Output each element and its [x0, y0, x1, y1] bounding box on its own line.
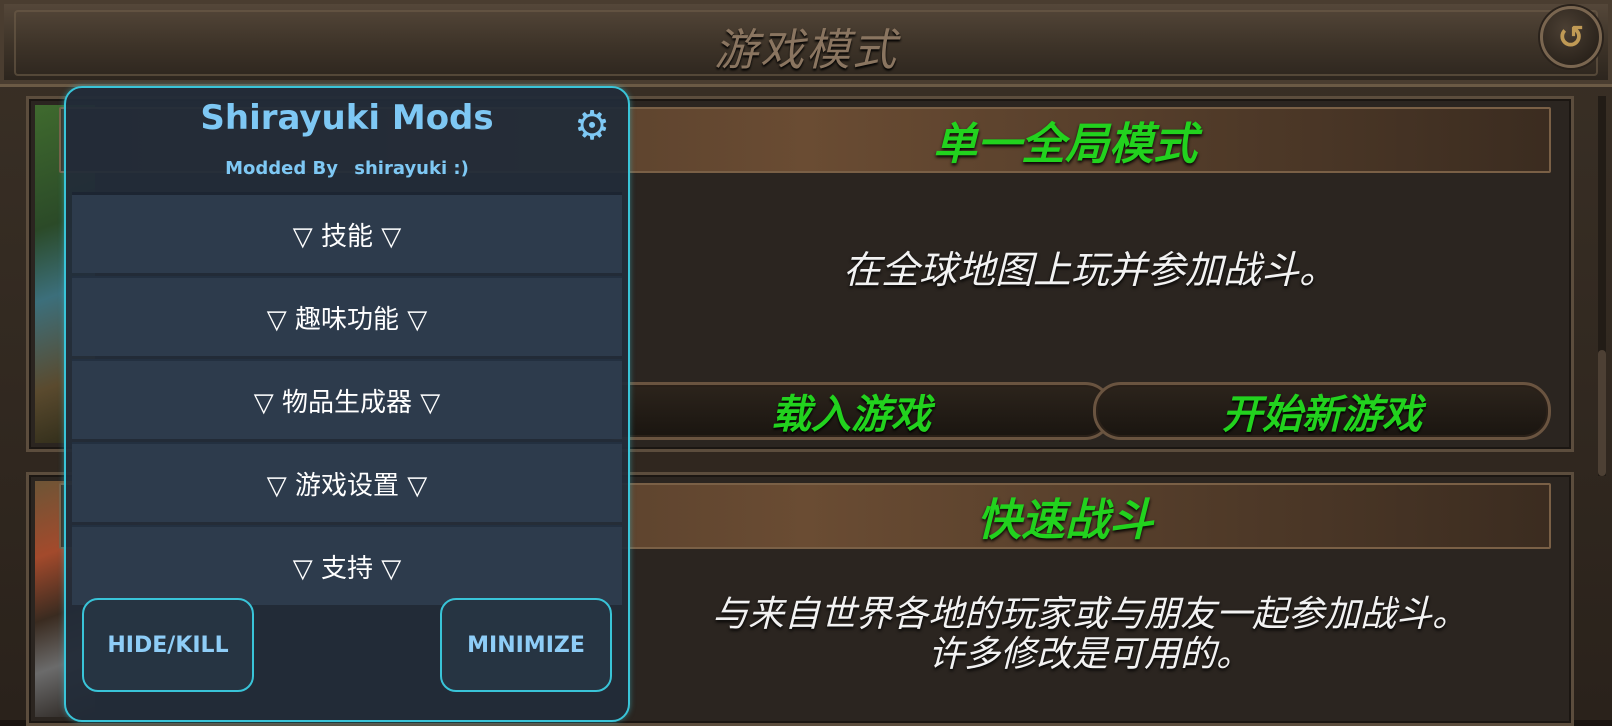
minimize-button[interactable]: MINIMIZE [440, 598, 612, 692]
mode-title: 单一全局模式 [933, 119, 1197, 170]
subtitle-prefix: Modded By [225, 158, 338, 179]
mod-menu-item-skills[interactable]: ▽ 技能 ▽ [72, 192, 622, 273]
mod-menu-item-item-generator[interactable]: ▽ 物品生成器 ▽ [72, 359, 622, 439]
mod-menu-title: Shirayuki Mods [200, 98, 494, 138]
gear-icon[interactable]: ⚙ [572, 106, 612, 146]
scrollbar-thumb[interactable] [1598, 350, 1606, 476]
title-bar: 游戏模式 ↺ [0, 0, 1612, 87]
mod-menu-subtitle: Modded By shirayuki :) [66, 158, 628, 179]
subtitle-author: shirayuki [354, 158, 448, 179]
undo-icon[interactable]: ↺ [1540, 6, 1602, 68]
mode-description: 与来自世界各地的玩家或与朋友一起参加战斗。 许多修改是可用的。 [629, 595, 1551, 675]
mod-menu: Shirayuki Mods ⚙ Modded By shirayuki :) … [64, 86, 630, 722]
subtitle-suffix: :) [453, 158, 469, 179]
mode-description: 在全球地图上玩并参加战斗。 [842, 248, 1337, 292]
mod-menu-item-fun[interactable]: ▽ 趣味功能 ▽ [72, 276, 622, 356]
mod-menu-list: ▽ 技能 ▽ ▽ 趣味功能 ▽ ▽ 物品生成器 ▽ ▽ 游戏设置 ▽ ▽ 支持 … [72, 192, 622, 608]
hide-kill-button[interactable]: HIDE/KILL [82, 598, 254, 692]
load-game-button[interactable]: 载入游戏 [589, 382, 1113, 440]
new-game-button[interactable]: 开始新游戏 [1093, 382, 1551, 440]
mod-menu-item-game-settings[interactable]: ▽ 游戏设置 ▽ [72, 442, 622, 522]
mode-description-line: 许多修改是可用的。 [927, 634, 1252, 675]
mod-menu-item-support[interactable]: ▽ 支持 ▽ [72, 525, 622, 605]
mode-description-line: 与来自世界各地的玩家或与朋友一起参加战斗。 [711, 594, 1468, 635]
page-title: 游戏模式 [714, 25, 898, 76]
mode-title: 快速战斗 [977, 495, 1153, 546]
